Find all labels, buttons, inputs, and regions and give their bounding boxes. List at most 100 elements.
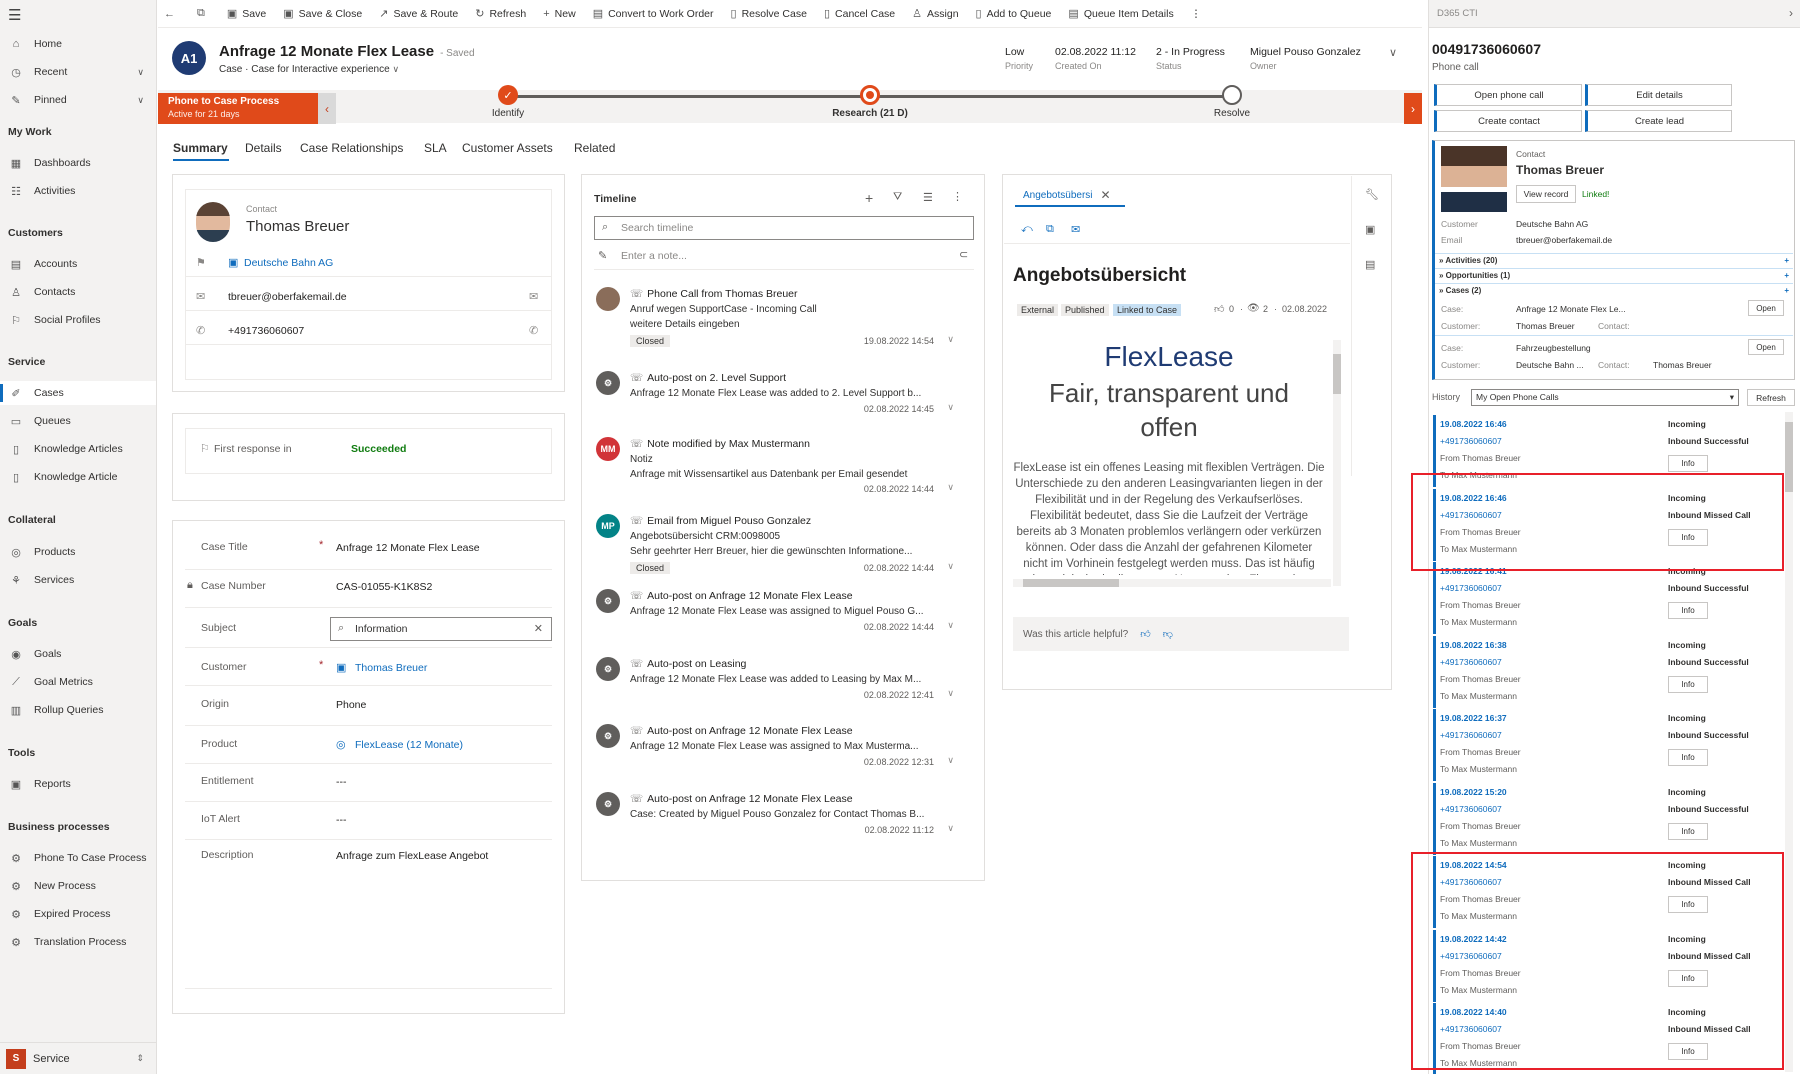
sidebar-item-accounts[interactable]: ▤ Accounts xyxy=(0,252,156,276)
history-refresh-button[interactable]: Refresh xyxy=(1747,389,1795,406)
origin-select[interactable]: Phone xyxy=(336,699,366,711)
back-button[interactable]: ← xyxy=(164,8,180,20)
expand-chevron-icon[interactable]: ∨ xyxy=(947,561,954,572)
call-info-button[interactable]: Info xyxy=(1668,822,1708,840)
sidebar-item-services[interactable]: ⚘ Services xyxy=(0,568,156,592)
sidebar-item-pinned[interactable]: ✎ Pinned ∨ xyxy=(0,88,156,112)
bpf-next-stage-button[interactable]: › xyxy=(1404,93,1422,124)
add-icon[interactable]: + xyxy=(1784,286,1789,295)
bpf-previous-stage-button[interactable]: ‹ xyxy=(318,93,336,124)
sidebar-item-rollup-queries[interactable]: ▥ Rollup Queries xyxy=(0,698,156,722)
customer-lookup-link[interactable]: Thomas Breuer xyxy=(355,662,427,674)
sidebar-item-translation-process[interactable]: ⚙ Translation Process xyxy=(0,930,156,954)
sidebar-item-activities[interactable]: ☷ Activities xyxy=(0,179,156,203)
case-title-input[interactable]: Anfrage 12 Monate Flex Lease xyxy=(336,542,480,554)
stage-label-research[interactable]: Research (21 D) xyxy=(832,108,908,119)
assign-button[interactable]: ♙ Assign xyxy=(912,7,958,21)
save-route-button[interactable]: ↗ Save & Route xyxy=(379,7,458,21)
tab-related[interactable]: Related xyxy=(574,141,615,155)
save-close-button[interactable]: ▣ Save & Close xyxy=(283,7,362,21)
hamburger-menu-icon[interactable]: ☰ xyxy=(8,6,21,24)
sidebar-item-expired-process[interactable]: ⚙ Expired Process xyxy=(0,902,156,926)
sidebar-item-recent[interactable]: ◷ Recent ∨ xyxy=(0,60,156,84)
contact-account-link[interactable]: Deutsche Bahn AG xyxy=(244,257,333,269)
call-info-button[interactable]: Info xyxy=(1668,602,1708,619)
sidebar-item-phone-to-case-process[interactable]: ⚙ Phone To Case Process xyxy=(0,846,156,870)
link-article-icon[interactable]: ⤺ xyxy=(1021,223,1033,236)
sidebar-item-goals[interactable]: ◉ Goals xyxy=(0,642,156,666)
sidebar-item-products[interactable]: ◎ Products xyxy=(0,540,156,564)
view-record-button[interactable]: View record xyxy=(1516,185,1576,203)
area-switcher[interactable]: S Service ⇕ xyxy=(0,1042,156,1074)
sidebar-item-home[interactable]: ⌂ Home xyxy=(0,32,156,56)
sidebar-item-goal-metrics[interactable]: ⟋ Goal Metrics xyxy=(0,670,156,694)
send-email-icon[interactable]: ✉ xyxy=(529,290,538,303)
chevron-down-icon[interactable]: ∨ xyxy=(137,95,144,106)
add-icon[interactable]: + xyxy=(1784,256,1789,265)
chevron-down-icon[interactable]: ∨ xyxy=(137,67,144,78)
kb-scrollbar[interactable] xyxy=(1333,340,1341,586)
product-lookup-link[interactable]: FlexLease (12 Monate) xyxy=(355,739,463,751)
convert-to-work-order-button[interactable]: ▤ Convert to Work Order xyxy=(593,7,714,21)
expand-chevron-icon[interactable]: ∨ xyxy=(947,755,954,766)
expand-chevron-icon[interactable]: ∨ xyxy=(947,823,954,834)
close-tab-icon[interactable]: ✕ xyxy=(1101,188,1111,202)
timeline-search-input[interactable]: ⌕ Search timeline xyxy=(594,216,974,240)
more-commands-icon[interactable]: ⋮ xyxy=(1191,8,1202,20)
queue-item-details-button[interactable]: ▤ Queue Item Details xyxy=(1068,7,1173,21)
sort-list-icon[interactable]: ☰ xyxy=(923,191,933,204)
thumbs-down-icon[interactable]: 👎︎ xyxy=(1163,628,1173,640)
call-info-button[interactable]: Info xyxy=(1668,455,1708,472)
header-expand-chevron-icon[interactable]: ∨ xyxy=(1389,46,1397,59)
open-case-button[interactable]: Open xyxy=(1748,300,1784,316)
sidebar-item-knowledge-article[interactable]: ▯ Knowledge Article xyxy=(0,465,156,489)
subject-lookup-input[interactable]: ⌕ Information ✕ xyxy=(330,617,552,641)
contact-name[interactable]: Thomas Breuer xyxy=(246,218,349,235)
sidebar-item-dashboards[interactable]: ▦ Dashboards xyxy=(0,151,156,175)
new-button[interactable]: + New xyxy=(543,8,575,20)
expand-chevron-icon[interactable]: ∨ xyxy=(947,402,954,413)
entitlement-field[interactable]: --- xyxy=(336,776,347,788)
refresh-button[interactable]: ↻ Refresh xyxy=(475,7,526,21)
resolve-case-button[interactable]: ▯ Resolve Case xyxy=(731,7,807,21)
contact-phone[interactable]: +491736060607 xyxy=(228,325,304,337)
form-selector[interactable]: Case for Interactive experience xyxy=(251,64,389,75)
kb-scrollbar-thumb[interactable] xyxy=(1333,354,1341,394)
attachment-icon[interactable]: ⊂ xyxy=(959,248,968,261)
bpf-process-name[interactable]: Phone to Case Process Active for 21 days xyxy=(158,93,318,124)
stage-label-identify[interactable]: Identify xyxy=(492,108,524,119)
book-icon[interactable]: ▣ xyxy=(1365,223,1375,236)
cti-activities-section[interactable]: » Activities (20) + xyxy=(1435,253,1793,267)
tab-sla[interactable]: SLA xyxy=(424,141,447,155)
call-icon[interactable]: ✆ xyxy=(529,324,538,337)
expand-chevron-icon[interactable]: ∨ xyxy=(947,334,954,345)
cti-cases-section[interactable]: » Cases (2) + xyxy=(1435,283,1793,297)
email-article-icon[interactable]: ✉ xyxy=(1071,223,1080,236)
sidebar-item-cases[interactable]: ✐ Cases xyxy=(0,381,156,405)
stage-resolve-icon[interactable] xyxy=(1222,85,1242,105)
contact-email[interactable]: tbreuer@oberfakemail.de xyxy=(228,291,347,303)
article-icon[interactable]: ▤ xyxy=(1365,258,1375,271)
cti-opportunities-section[interactable]: » Opportunities (1) + xyxy=(1435,268,1793,282)
iot-alert-field[interactable]: --- xyxy=(336,814,347,826)
wrench-icon[interactable]: 🔧︎ xyxy=(1365,188,1379,201)
save-button[interactable]: ▣ Save xyxy=(227,7,266,21)
edit-details-button[interactable]: Edit details xyxy=(1585,84,1732,106)
kb-article-tab[interactable]: Angebotsübersi ✕ xyxy=(1015,185,1125,207)
stage-label-resolve[interactable]: Resolve xyxy=(1214,108,1250,119)
cancel-case-button[interactable]: ▯ Cancel Case xyxy=(824,7,895,21)
sidebar-item-new-process[interactable]: ⚙ New Process xyxy=(0,874,156,898)
sidebar-item-reports[interactable]: ▣ Reports xyxy=(0,772,156,796)
tab-summary[interactable]: Summary xyxy=(173,141,228,155)
owner-link[interactable]: Miguel Pouso Gonzalez xyxy=(1250,46,1361,58)
clear-icon[interactable]: ✕ xyxy=(534,622,543,635)
sidebar-item-contacts[interactable]: ♙ Contacts xyxy=(0,280,156,304)
kb-hscrollbar[interactable] xyxy=(1013,579,1331,587)
popout-article-icon[interactable]: ⧉ xyxy=(1046,223,1054,236)
open-phone-call-button[interactable]: Open phone call xyxy=(1434,84,1582,106)
filter-icon[interactable]: ⛛ xyxy=(893,191,902,204)
note-input[interactable]: Enter a note... xyxy=(621,250,687,262)
add-activity-icon[interactable]: + xyxy=(865,190,873,206)
history-filter-select[interactable]: My Open Phone Calls ▾ xyxy=(1471,389,1739,406)
collapse-chevron-icon[interactable]: › xyxy=(1789,6,1793,20)
